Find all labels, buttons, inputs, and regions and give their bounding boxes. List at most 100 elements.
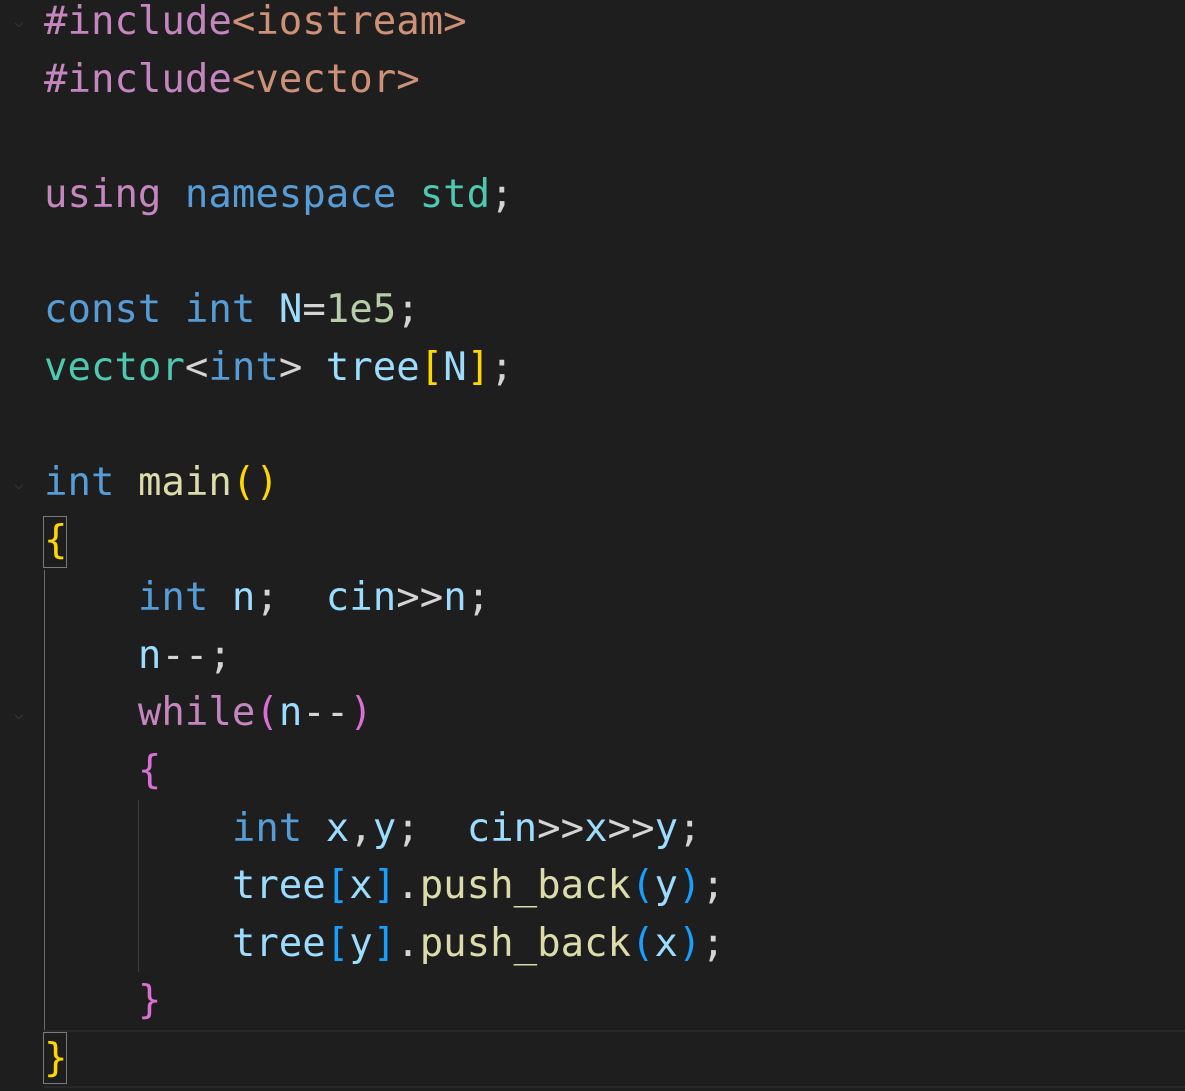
code-token: ; [396, 287, 420, 332]
code-token: int [208, 345, 279, 390]
code-token: <iostream> [231, 0, 467, 44]
code-token: . [396, 863, 420, 908]
code-token: ] [466, 345, 491, 390]
code-line[interactable]: n--; [44, 627, 232, 685]
code-token: while [137, 690, 256, 735]
code-token: >> [396, 575, 444, 620]
code-line[interactable]: int x,y; cin>>x>>y; [44, 800, 702, 858]
code-token: #include [44, 57, 232, 102]
code-line[interactable]: } [44, 1030, 67, 1088]
fold-chevron-icon[interactable]: ⌵ [14, 14, 26, 30]
code-token: = [302, 287, 326, 332]
code-token: ; [678, 806, 702, 851]
code-token: cin [466, 806, 538, 851]
code-token: ( [631, 921, 655, 966]
code-token: ; [466, 575, 491, 620]
code-token: ] [372, 863, 397, 908]
code-token: --; [161, 633, 232, 678]
code-token: tree [231, 863, 326, 908]
fold-chevron-icon[interactable]: ⌵ [14, 706, 26, 722]
code-token: >> [607, 806, 655, 851]
code-token: -- [302, 690, 350, 735]
code-token: main [137, 460, 232, 505]
code-token: [ [325, 921, 350, 966]
code-token: . [396, 921, 420, 966]
code-token: >> [537, 806, 585, 851]
code-token: int [231, 806, 303, 851]
code-token: tree [231, 921, 326, 966]
code-token: ; [396, 806, 467, 851]
code-token: } [137, 978, 162, 1023]
code-line[interactable]: using namespace std; [44, 166, 514, 224]
code-line[interactable]: vector<int> tree[N]; [44, 339, 514, 397]
code-line[interactable]: #include<iostream> [44, 0, 467, 51]
code-line[interactable]: #include<vector> [44, 51, 420, 109]
code-token: n [231, 575, 256, 620]
code-token: ; [490, 345, 514, 390]
code-token: , [349, 806, 373, 851]
code-token: tree [325, 345, 420, 390]
code-token: std [419, 172, 491, 217]
code-token: > [278, 345, 303, 390]
code-token: ; [701, 921, 725, 966]
code-line[interactable]: tree[y].push_back(x); [44, 915, 725, 973]
code-token: int [44, 460, 115, 505]
code-token: ] [372, 921, 397, 966]
code-editor[interactable]: ⌵ ⌵ ⌵ #include<iostream> #include<vector>… [0, 0, 1185, 1091]
code-token: y [349, 921, 373, 966]
code-token: } [44, 1036, 68, 1081]
code-token: < [184, 345, 209, 390]
code-line[interactable]: while(n--) [44, 684, 373, 742]
code-token: { [137, 748, 162, 793]
code-line[interactable]: tree[x].push_back(y); [44, 857, 725, 915]
code-token: ( [631, 863, 655, 908]
code-line[interactable]: { [44, 512, 67, 570]
code-line[interactable]: { [44, 742, 161, 800]
code-token: push_back [419, 921, 632, 966]
code-token: x [325, 806, 350, 851]
code-line[interactable]: int n; cin>>n; [44, 569, 490, 627]
code-token: ) [678, 863, 702, 908]
code-token: N [443, 345, 467, 390]
code-token: ( [255, 690, 279, 735]
code-token: x [349, 863, 373, 908]
code-token: vector [44, 345, 185, 390]
code-token: ; [701, 863, 725, 908]
code-line[interactable]: const int N=1e5; [44, 281, 420, 339]
code-line[interactable]: } [44, 972, 161, 1030]
code-token: int [184, 287, 256, 332]
code-line[interactable]: int main() [44, 454, 279, 512]
fold-chevron-icon[interactable]: ⌵ [14, 476, 26, 492]
code-token: { [44, 518, 68, 563]
code-token: using [44, 172, 162, 217]
code-token: n [278, 690, 303, 735]
code-token: [ [419, 345, 444, 390]
code-token: y [372, 806, 397, 851]
code-token: y [654, 863, 678, 908]
code-token: ) [349, 690, 373, 735]
code-token: const [44, 287, 162, 332]
code-token: #include [44, 0, 232, 44]
code-token: push_back [419, 863, 632, 908]
code-token: <vector> [231, 57, 420, 102]
code-token: x [654, 921, 678, 966]
code-token: n [137, 633, 162, 678]
code-token: [ [325, 863, 350, 908]
current-line-highlight [44, 1030, 1185, 1088]
code-token: cin [325, 575, 397, 620]
